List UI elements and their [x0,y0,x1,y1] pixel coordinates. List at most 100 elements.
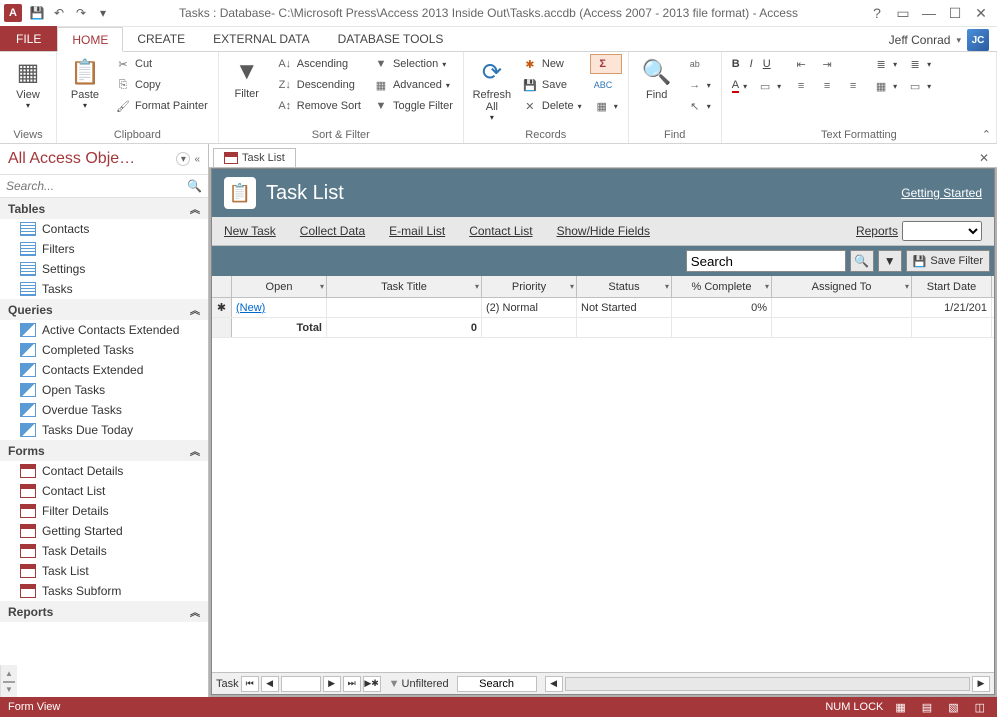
save-record-button[interactable]: 💾Save [518,75,586,95]
contact-list-link[interactable]: Contact List [469,224,532,238]
col-complete[interactable]: % Complete▾ [672,276,772,297]
col-assigned-to[interactable]: Assigned To▾ [772,276,912,297]
bullets-button[interactable]: ≣▾ [869,54,901,74]
user-area[interactable]: Jeff Conrad ▾ JC [889,29,997,51]
chevron-down-icon[interactable]: ▾ [905,282,909,291]
cell-complete[interactable]: 0% [672,298,772,317]
tab-create[interactable]: CREATE [123,26,199,51]
row-selector[interactable] [212,318,232,337]
fill-color-button[interactable]: ▭▾ [903,76,935,96]
new-record-button[interactable]: ▶✱ [363,676,381,692]
minimize-icon[interactable]: — [917,3,941,23]
nav-group-queries[interactable]: Queries︽ [0,299,208,320]
maximize-icon[interactable]: ☐ [943,3,967,23]
row-selector[interactable]: ✱ [212,298,232,317]
chevron-down-icon[interactable]: ▾ [475,282,479,291]
show-hide-fields-link[interactable]: Show/Hide Fields [557,224,650,238]
more-button[interactable]: ▦▾ [590,96,622,116]
tab-database-tools[interactable]: DATABASE TOOLS [324,26,458,51]
nav-item-open-tasks[interactable]: Open Tasks [0,380,208,400]
close-document-icon[interactable]: ✕ [971,149,997,167]
scroll-down-icon[interactable]: ▼ [1,681,17,697]
record-number-input[interactable] [281,676,321,692]
indent-decrease-button[interactable]: ⇤ [789,54,813,74]
nav-scrollbar[interactable]: ▲ ▼ [0,665,17,697]
horizontal-scrollbar[interactable] [565,677,970,691]
bold-button[interactable]: B [728,54,744,74]
search-icon[interactable]: 🔍 [187,179,202,193]
prev-record-button[interactable]: ◀ [261,676,279,692]
scroll-up-icon[interactable]: ▲ [1,665,17,681]
scroll-thumb[interactable] [3,681,15,683]
nav-item-tasks[interactable]: Tasks [0,279,208,299]
nav-item-filters[interactable]: Filters [0,239,208,259]
email-list-link[interactable]: E-mail List [389,224,445,238]
save-filter-button[interactable]: 💾Save Filter [906,250,990,272]
search-go-button[interactable]: 🔍 [850,250,874,272]
form-search-input[interactable] [686,250,846,272]
remove-sort-button[interactable]: A↕Remove Sort [273,96,365,116]
col-open[interactable]: Open▾ [232,276,327,297]
align-center-button[interactable]: ≡ [815,76,839,96]
view-button[interactable]: ▦ View ▾ [6,54,50,114]
cell-start[interactable]: 1/21/201 [912,298,992,317]
delete-record-button[interactable]: ✕Delete▾ [518,96,586,116]
paste-button[interactable]: 📋 Paste ▾ [63,54,107,114]
nav-item-contacts[interactable]: Contacts [0,219,208,239]
chevron-down-icon[interactable]: ▾ [570,282,574,291]
toggle-filter-button[interactable]: ▼Toggle Filter [369,96,457,116]
getting-started-link[interactable]: Getting Started [901,186,982,200]
align-left-button[interactable]: ≡ [789,76,813,96]
col-task-title[interactable]: Task Title▾ [327,276,482,297]
filter-toggle-button[interactable]: ▼ [878,250,902,272]
cell-title[interactable] [327,298,482,317]
advanced-button[interactable]: ▦Advanced▾ [369,75,457,95]
help-icon[interactable]: ? [865,3,889,23]
design-view-button[interactable]: ◫ [971,699,989,716]
replace-button[interactable]: ab [683,54,715,74]
next-record-button[interactable]: ▶ [323,676,341,692]
first-record-button[interactable]: ⏮ [241,676,259,692]
save-icon[interactable]: 💾 [28,4,46,22]
datasheet-view-button[interactable]: ▤ [918,699,936,716]
spelling-button[interactable]: ABC [590,75,622,95]
nav-item-filter-details[interactable]: Filter Details [0,501,208,521]
tab-external-data[interactable]: EXTERNAL DATA [199,26,323,51]
col-start-date[interactable]: Start Date [912,276,992,297]
chevron-down-icon[interactable]: ▾ [320,282,324,291]
chevron-down-icon[interactable]: ▾ [765,282,769,291]
nav-item-task-list[interactable]: Task List [0,561,208,581]
collapse-ribbon-icon[interactable]: ⌃ [982,128,991,141]
descending-button[interactable]: Z↓Descending [273,75,365,95]
gridlines-button[interactable]: ▦▾ [869,76,901,96]
close-icon[interactable]: ✕ [969,3,993,23]
nav-item-contacts-extended[interactable]: Contacts Extended [0,360,208,380]
collect-data-link[interactable]: Collect Data [300,224,365,238]
cell-priority[interactable]: (2) Normal [482,298,577,317]
col-status[interactable]: Status▾ [577,276,672,297]
nav-header[interactable]: All Access Obje… ▾ « [0,144,208,175]
italic-button[interactable]: I [746,54,757,74]
find-button[interactable]: 🔍 Find [635,54,679,105]
reports-select[interactable] [902,221,982,241]
col-priority[interactable]: Priority▾ [482,276,577,297]
new-task-link[interactable]: New Task [224,224,276,238]
refresh-all-button[interactable]: ⟳ Refresh All ▾ [470,54,514,126]
goto-button[interactable]: →▾ [683,75,715,95]
nav-item-active-contacts-extended[interactable]: Active Contacts Extended [0,320,208,340]
tab-home[interactable]: HOME [57,27,123,52]
nav-item-completed-tasks[interactable]: Completed Tasks [0,340,208,360]
highlight-button[interactable]: ▭▾ [753,76,785,96]
nav-item-overdue-tasks[interactable]: Overdue Tasks [0,400,208,420]
new-record-button[interactable]: ✱New [518,54,586,74]
ribbon-display-icon[interactable]: ▭ [891,3,915,23]
doc-tab-task-list[interactable]: Task List [213,148,296,167]
nav-item-contact-details[interactable]: Contact Details [0,461,208,481]
nav-item-tasks-subform[interactable]: Tasks Subform [0,581,208,601]
nav-group-forms[interactable]: Forms︽ [0,440,208,461]
scroll-left-button[interactable]: ◀ [545,676,563,692]
font-color-button[interactable]: A▾ [728,76,751,96]
nav-item-tasks-due-today[interactable]: Tasks Due Today [0,420,208,440]
nav-item-getting-started[interactable]: Getting Started [0,521,208,541]
nav-item-task-details[interactable]: Task Details [0,541,208,561]
